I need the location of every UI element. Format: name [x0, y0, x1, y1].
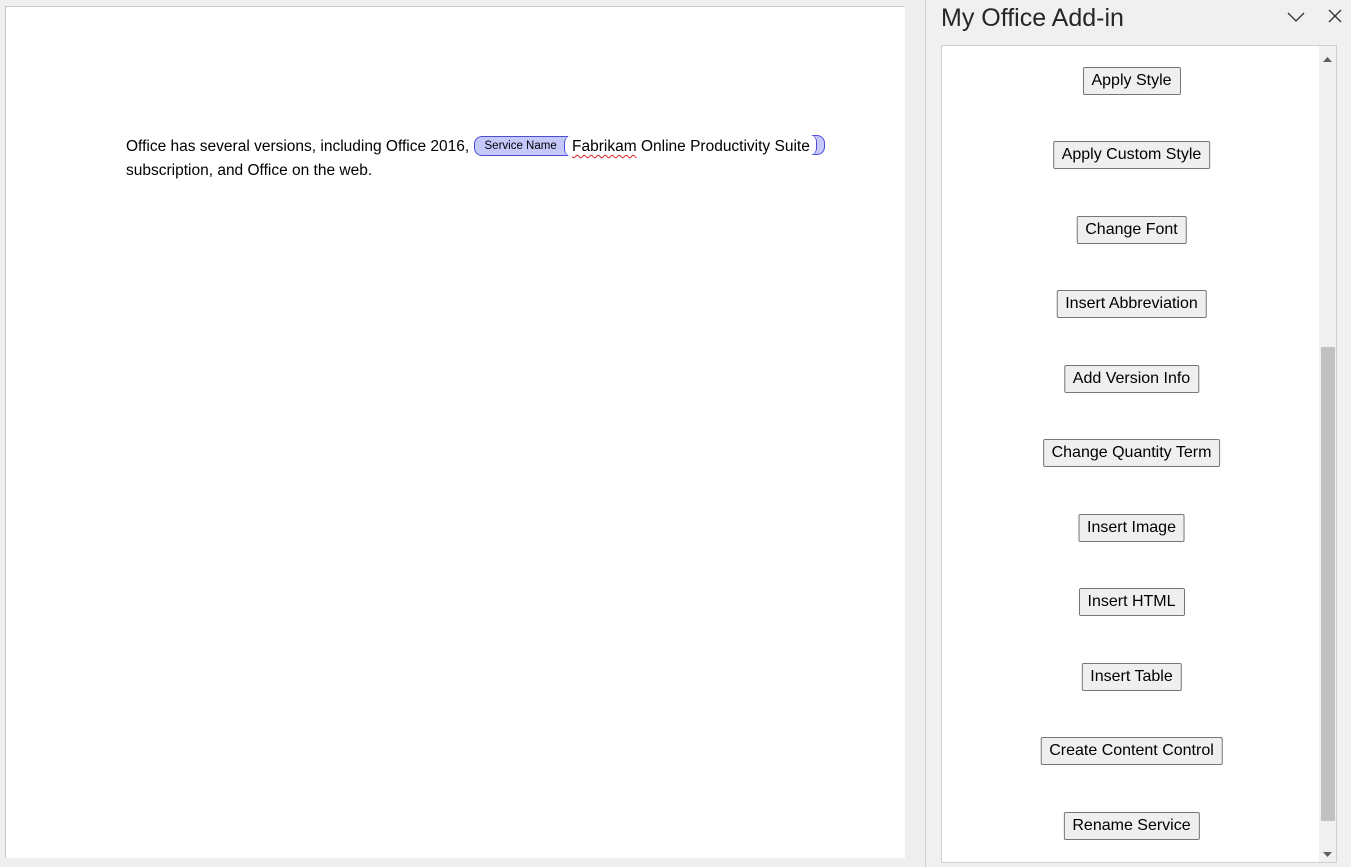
misspelled-word[interactable]: Fabrikam: [572, 138, 637, 155]
scroll-down-button[interactable]: [1319, 843, 1336, 860]
change-font-button[interactable]: Change Font: [1076, 216, 1187, 244]
chevron-down-icon: [1287, 8, 1305, 27]
rename-service-button[interactable]: Rename Service: [1063, 812, 1200, 840]
task-pane-close-button[interactable]: [1323, 6, 1347, 28]
task-pane-options-button[interactable]: [1284, 6, 1308, 28]
task-pane: My Office Add-in Apply Style Apply Custo…: [926, 0, 1351, 867]
triangle-down-icon: [1323, 842, 1332, 861]
paragraph-text-end: subscription, and Office on the web.: [126, 162, 373, 179]
task-pane-body: Apply Style Apply Custom Style Change Fo…: [941, 45, 1337, 863]
apply-style-button[interactable]: Apply Style: [1082, 67, 1181, 95]
content-control-text: Online Productivity Suite: [636, 138, 810, 155]
document-paragraph[interactable]: Office has several versions, including O…: [126, 135, 886, 183]
vertical-scrollbar[interactable]: [1319, 46, 1336, 862]
button-list: Apply Style Apply Custom Style Change Fo…: [942, 46, 1321, 862]
insert-table-button[interactable]: Insert Table: [1081, 663, 1182, 691]
content-control-content[interactable]: Fabrikam Online Productivity Suite: [568, 138, 810, 155]
insert-abbreviation-button[interactable]: Insert Abbreviation: [1056, 290, 1207, 318]
paragraph-text-start: Office has several versions, including O…: [126, 138, 474, 155]
document-page[interactable]: Office has several versions, including O…: [5, 6, 905, 858]
apply-custom-style-button[interactable]: Apply Custom Style: [1052, 141, 1211, 169]
content-control-tag[interactable]: Service Name: [473, 136, 571, 156]
task-pane-title: My Office Add-in: [941, 4, 1124, 32]
content-control-end-marker[interactable]: [809, 135, 825, 155]
close-icon: [1328, 8, 1342, 27]
scroll-up-button[interactable]: [1319, 48, 1336, 65]
scroll-thumb[interactable]: [1321, 347, 1335, 821]
create-content-control-button[interactable]: Create Content Control: [1040, 737, 1223, 765]
insert-html-button[interactable]: Insert HTML: [1078, 588, 1185, 616]
insert-image-button[interactable]: Insert Image: [1078, 514, 1185, 542]
add-version-info-button[interactable]: Add Version Info: [1063, 365, 1200, 393]
triangle-up-icon: [1323, 47, 1332, 66]
document-area: Office has several versions, including O…: [0, 0, 906, 867]
change-quantity-term-button[interactable]: Change Quantity Term: [1042, 439, 1221, 467]
